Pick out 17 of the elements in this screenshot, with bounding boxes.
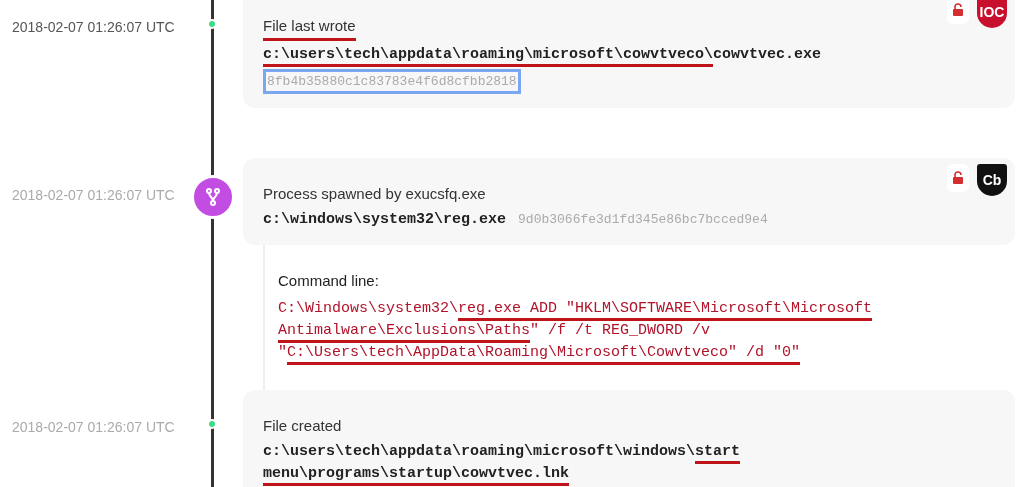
shield-badge: IOC: [977, 0, 1007, 28]
event-title: Process spawned by exucsfq.exe: [263, 184, 486, 204]
event-title: File created: [263, 416, 342, 436]
event-title: File last wrote: [263, 15, 356, 41]
command-text: C:\Windows\system32\reg.exe ADD "HKLM\SOFTWARE\Microsoft\Microsoft Antimalware\Exclusions\Paths" /f /t REG_DWORD /v "C:\Users\tech\AppData\Roaming\Microsoft\Cowvtveco" /d "0": [278, 298, 1015, 364]
file-hash: 8fb4b35880c1c83783e4f6d8cfbb2818: [263, 68, 521, 94]
event-timestamp: 2018-02-07 01:26:07 UTC: [12, 418, 175, 437]
lock-icon[interactable]: [947, 164, 969, 192]
file-hash: 9d0b3066fe3d1fd345e86bc7bcced9e4: [518, 210, 768, 229]
file-path: c:\users\tech\appdata\roaming\microsoft\cowvtveco\cowvtvec.exe: [263, 43, 822, 66]
shield-badge: Cb: [977, 164, 1007, 196]
lock-icon[interactable]: [947, 0, 969, 24]
event-timestamp: 2018-02-07 01:26:07 UTC: [12, 18, 175, 37]
file-path: c:\windows\system32\reg.exe: [263, 209, 507, 230]
file-path: c:\users\tech\appdata\roaming\microsoft\windows\start menu\programs\startup\cowvtvec.lnk: [263, 440, 741, 485]
command-label: Command line:: [278, 270, 380, 291]
event-timestamp: 2018-02-07 01:26:07 UTC: [12, 186, 175, 205]
